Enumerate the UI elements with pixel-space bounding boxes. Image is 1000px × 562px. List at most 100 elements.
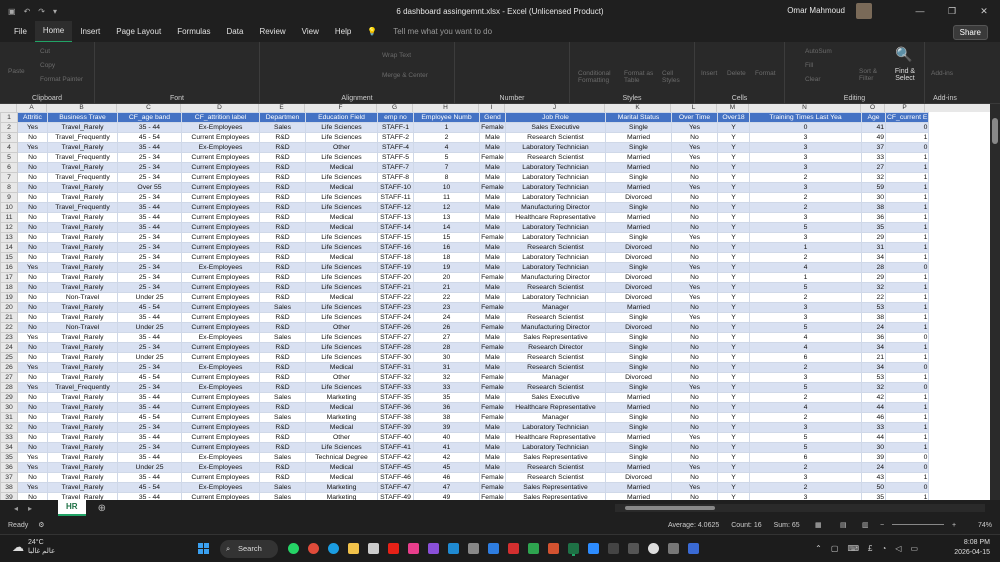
cell[interactable]: Y [717,252,750,263]
zoom-slider[interactable] [892,524,944,525]
cell[interactable]: Travel_Rarely [47,362,118,373]
cell[interactable]: No [671,492,718,500]
cell[interactable]: Travel_Rarely [47,372,118,383]
row-number[interactable]: 35 [0,452,18,463]
cell[interactable]: Y [717,402,750,413]
cell[interactable]: Life Sciences [305,282,378,293]
cell[interactable]: Manufacturing Director [505,202,606,213]
cell[interactable]: Female [479,492,506,500]
cell[interactable]: 35 - 44 [117,402,182,413]
cell[interactable]: Y [717,262,750,273]
cell[interactable]: R&D [259,202,306,213]
cell[interactable]: Current Employees [181,292,260,303]
cell[interactable]: No [671,272,718,283]
row-number[interactable]: 17 [0,272,18,283]
cell[interactable]: Male [479,442,506,453]
cell[interactable]: Yes [671,152,718,163]
cell[interactable]: Sales [259,302,306,313]
cell[interactable]: Yes [17,382,48,393]
cell[interactable]: 15 [413,232,480,243]
cell[interactable]: No [17,202,48,213]
row-number[interactable]: 7 [0,172,18,183]
tell-me-search[interactable]: Tell me what you want to do [385,22,500,42]
cell[interactable]: 35 - 44 [117,312,182,323]
cell[interactable]: Male [479,462,506,473]
column-header[interactable]: F [305,104,377,112]
row-number[interactable]: 20 [0,302,18,313]
cell[interactable]: 32 [861,172,886,183]
tab-insert[interactable]: Insert [72,22,108,42]
cell[interactable]: Research Scientist [505,462,606,473]
cell[interactable]: No [671,472,718,483]
cell[interactable]: Travel_Rarely [47,352,118,363]
cell[interactable]: Female [479,382,506,393]
cell[interactable]: STAFF-22 [377,292,414,303]
cell[interactable]: 5 [749,432,862,443]
cell[interactable]: Sales [259,392,306,403]
cell[interactable]: Divorced [605,472,672,483]
cell[interactable]: Medical [305,472,378,483]
cell[interactable]: Divorced [605,292,672,303]
cell[interactable]: Married [605,222,672,233]
cell[interactable]: 1 [884,402,930,413]
column-header[interactable]: O [861,104,885,112]
cell[interactable]: No [17,492,48,500]
cell[interactable]: STAFF-24 [377,312,414,323]
edge-icon[interactable] [328,543,339,554]
cell[interactable]: 1 [884,172,930,183]
header-cell[interactable]: emp no [377,112,414,123]
cell[interactable]: 5 [413,152,480,163]
cell[interactable]: 3 [749,182,862,193]
cell-styles-button[interactable]: Cell Styles [662,70,690,84]
cell[interactable]: No [671,442,718,453]
cell[interactable]: Yes [671,182,718,193]
cell[interactable]: 3 [749,302,862,313]
cell[interactable]: No [17,162,48,173]
cell[interactable]: Travel_Frequently [47,202,118,213]
user-name[interactable]: Omar Mahmoud [787,6,845,15]
cell[interactable]: Female [479,472,506,483]
cell[interactable]: 35 - 44 [117,222,182,233]
row-number[interactable]: 34 [0,442,18,453]
cell[interactable]: Research Scientist [505,282,606,293]
app-icon-blue[interactable] [688,543,699,554]
cell[interactable]: 27 [861,162,886,173]
cell[interactable]: 45 - 54 [117,302,182,313]
cell[interactable]: R&D [259,262,306,273]
cell[interactable]: Y [717,382,750,393]
cell[interactable]: 1 [884,472,930,483]
cell[interactable]: Married [605,482,672,493]
cell[interactable]: No [17,442,48,453]
cell[interactable]: R&D [259,232,306,243]
column-header[interactable]: B [47,104,117,112]
cell[interactable]: 25 - 34 [117,162,182,173]
cell[interactable]: Travel_Rarely [47,142,118,153]
cell[interactable]: Research Scientist [505,132,606,143]
cell[interactable]: R&D [259,322,306,333]
cell[interactable]: 3 [749,212,862,223]
row-number[interactable]: 13 [0,232,18,243]
cell[interactable]: 1 [884,242,930,253]
cell[interactable]: STAFF-49 [377,492,414,500]
row-number[interactable]: 25 [0,352,18,363]
cell[interactable]: Laboratory Technician [505,252,606,263]
cell[interactable]: Single [605,442,672,453]
cell[interactable]: Current Employees [181,442,260,453]
row-number[interactable]: 15 [0,252,18,263]
cell[interactable]: STAFF-10 [377,182,414,193]
cell[interactable]: Male [479,252,506,263]
cell[interactable]: No [671,332,718,343]
row-number[interactable]: 37 [0,472,18,483]
row-number[interactable]: 21 [0,312,18,323]
cell[interactable]: 23 [413,302,480,313]
visual-studio-icon[interactable] [428,543,439,554]
cell[interactable]: STAFF-4 [377,142,414,153]
cell[interactable]: 34 [861,252,886,263]
cell[interactable]: Yes [671,292,718,303]
cell[interactable]: Medical [305,292,378,303]
tab-formulas[interactable]: Formulas [169,22,218,42]
sheet-next-icon[interactable]: ▸ [28,504,32,513]
cell[interactable]: 3 [749,372,862,383]
cell[interactable]: Sales Executive [505,392,606,403]
cell[interactable]: Current Employees [181,402,260,413]
